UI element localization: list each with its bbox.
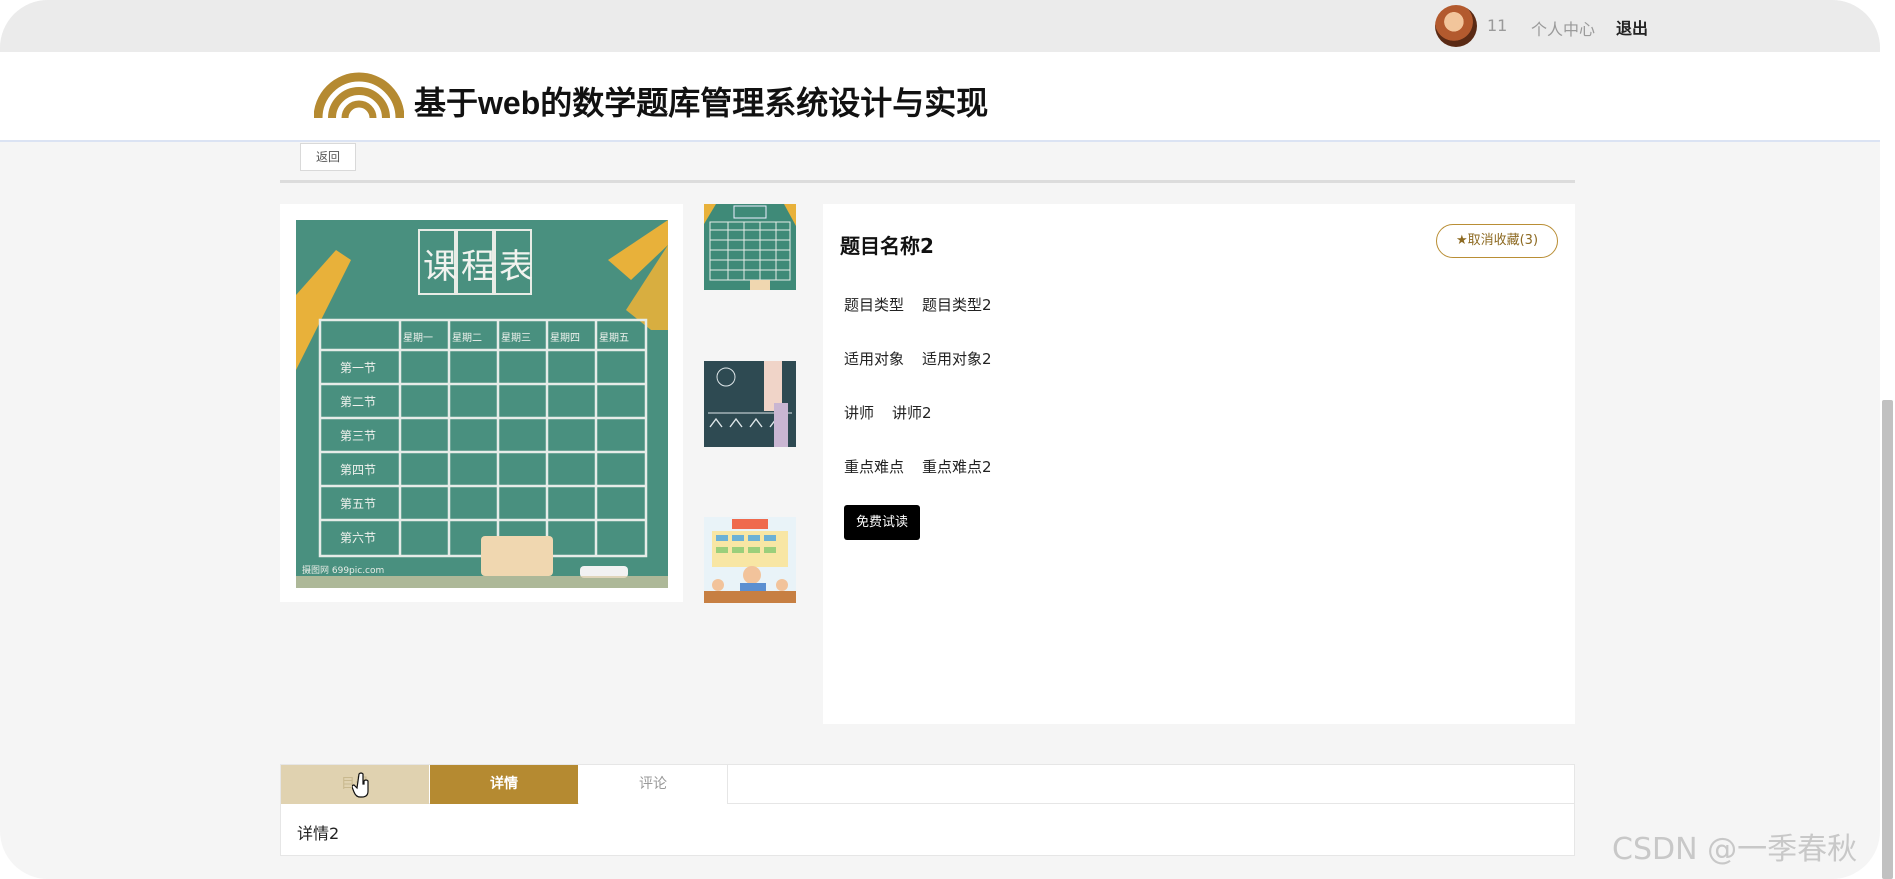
- field-label: 题目类型: [844, 296, 905, 314]
- logout-link[interactable]: 退出: [1616, 15, 1648, 39]
- field-row-audience: 适用对象 适用对象2: [844, 348, 992, 369]
- top-bar: 11 个人中心 退出: [0, 0, 1880, 52]
- field-value: 重点难点2: [922, 458, 992, 476]
- period-label: 第六节: [340, 531, 376, 545]
- field-label: 适用对象: [844, 350, 905, 368]
- tab-bar: 目录 详情 评论: [280, 764, 1575, 804]
- period-label: 第三节: [340, 429, 376, 443]
- divider: [280, 180, 1575, 183]
- image-credit: 摄图网 699pic.com: [302, 564, 384, 576]
- field-row-teacher: 讲师 讲师2: [844, 402, 932, 423]
- thumbnail-chalkboard[interactable]: [704, 361, 796, 447]
- tab-details[interactable]: 详情: [430, 765, 578, 804]
- field-value: 适用对象2: [922, 350, 992, 368]
- field-row-keypoints: 重点难点 重点难点2: [844, 456, 992, 477]
- field-row-type: 题目类型 题目类型2: [844, 294, 992, 315]
- avatar[interactable]: [1435, 5, 1477, 47]
- site-header: 基于web的数学题库管理系统设计与实现: [0, 52, 1880, 142]
- personal-center-link[interactable]: 个人中心: [1531, 16, 1595, 40]
- app-window: 11 个人中心 退出 基于web的数学题库管理系统设计与实现 返回 课 程 表 …: [0, 0, 1880, 879]
- field-value: 讲师2: [892, 404, 932, 422]
- tab-content-panel: 详情2: [280, 804, 1575, 856]
- schedule-title-char3: 表: [499, 247, 533, 287]
- period-label: 第一节: [340, 361, 376, 375]
- weekday-label: 星期二: [452, 332, 482, 344]
- site-title: 基于web的数学题库管理系统设计与实现: [414, 85, 989, 121]
- schedule-title-char1: 课: [423, 247, 457, 287]
- period-label: 第四节: [340, 463, 376, 477]
- period-label: 第二节: [340, 395, 376, 409]
- tab-content-text: 详情2: [297, 824, 340, 843]
- item-info-panel: 题目名称2 ★取消收藏(3) 题目类型 题目类型2 适用对象 适用对象2 讲师 讲师2…: [823, 204, 1575, 724]
- free-trial-button[interactable]: 免费试读: [844, 505, 920, 540]
- logo-icon: [314, 72, 404, 119]
- weekday-label: 星期四: [550, 332, 580, 344]
- back-button[interactable]: 返回: [300, 143, 356, 171]
- scrollbar-thumb[interactable]: [1882, 400, 1893, 879]
- tab-comments[interactable]: 评论: [579, 765, 728, 804]
- unfavorite-button[interactable]: ★取消收藏(3): [1436, 224, 1558, 258]
- main-image: 课 程 表 星期一 星期二 星期三 星期四 星期五 第一节第二节第三节第四节第五节第六节: [296, 220, 668, 588]
- hand-cursor-icon: [352, 772, 369, 798]
- field-label: 重点难点: [844, 458, 905, 476]
- unfavorite-label: 取消收藏(3): [1467, 233, 1539, 248]
- item-title: 题目名称2: [840, 234, 934, 258]
- weekday-label: 星期三: [501, 332, 531, 344]
- star-icon: ★: [1455, 233, 1468, 248]
- watermark: CSDN @一季春秋: [1612, 832, 1858, 867]
- period-label: 第五节: [340, 497, 376, 511]
- weekday-label: 星期一: [403, 332, 433, 344]
- thumbnail-cartoon-class[interactable]: [704, 517, 796, 603]
- username-label: 11: [1487, 16, 1508, 35]
- schedule-title-char2: 程: [461, 247, 495, 287]
- thumbnail-schedule[interactable]: [704, 204, 796, 290]
- weekday-label: 星期五: [599, 332, 629, 344]
- field-value: 题目类型2: [922, 296, 992, 314]
- main-image-frame: 课 程 表 星期一 星期二 星期三 星期四 星期五 第一节第二节第三节第四节第五节第六节: [280, 204, 683, 602]
- field-label: 讲师: [844, 404, 875, 422]
